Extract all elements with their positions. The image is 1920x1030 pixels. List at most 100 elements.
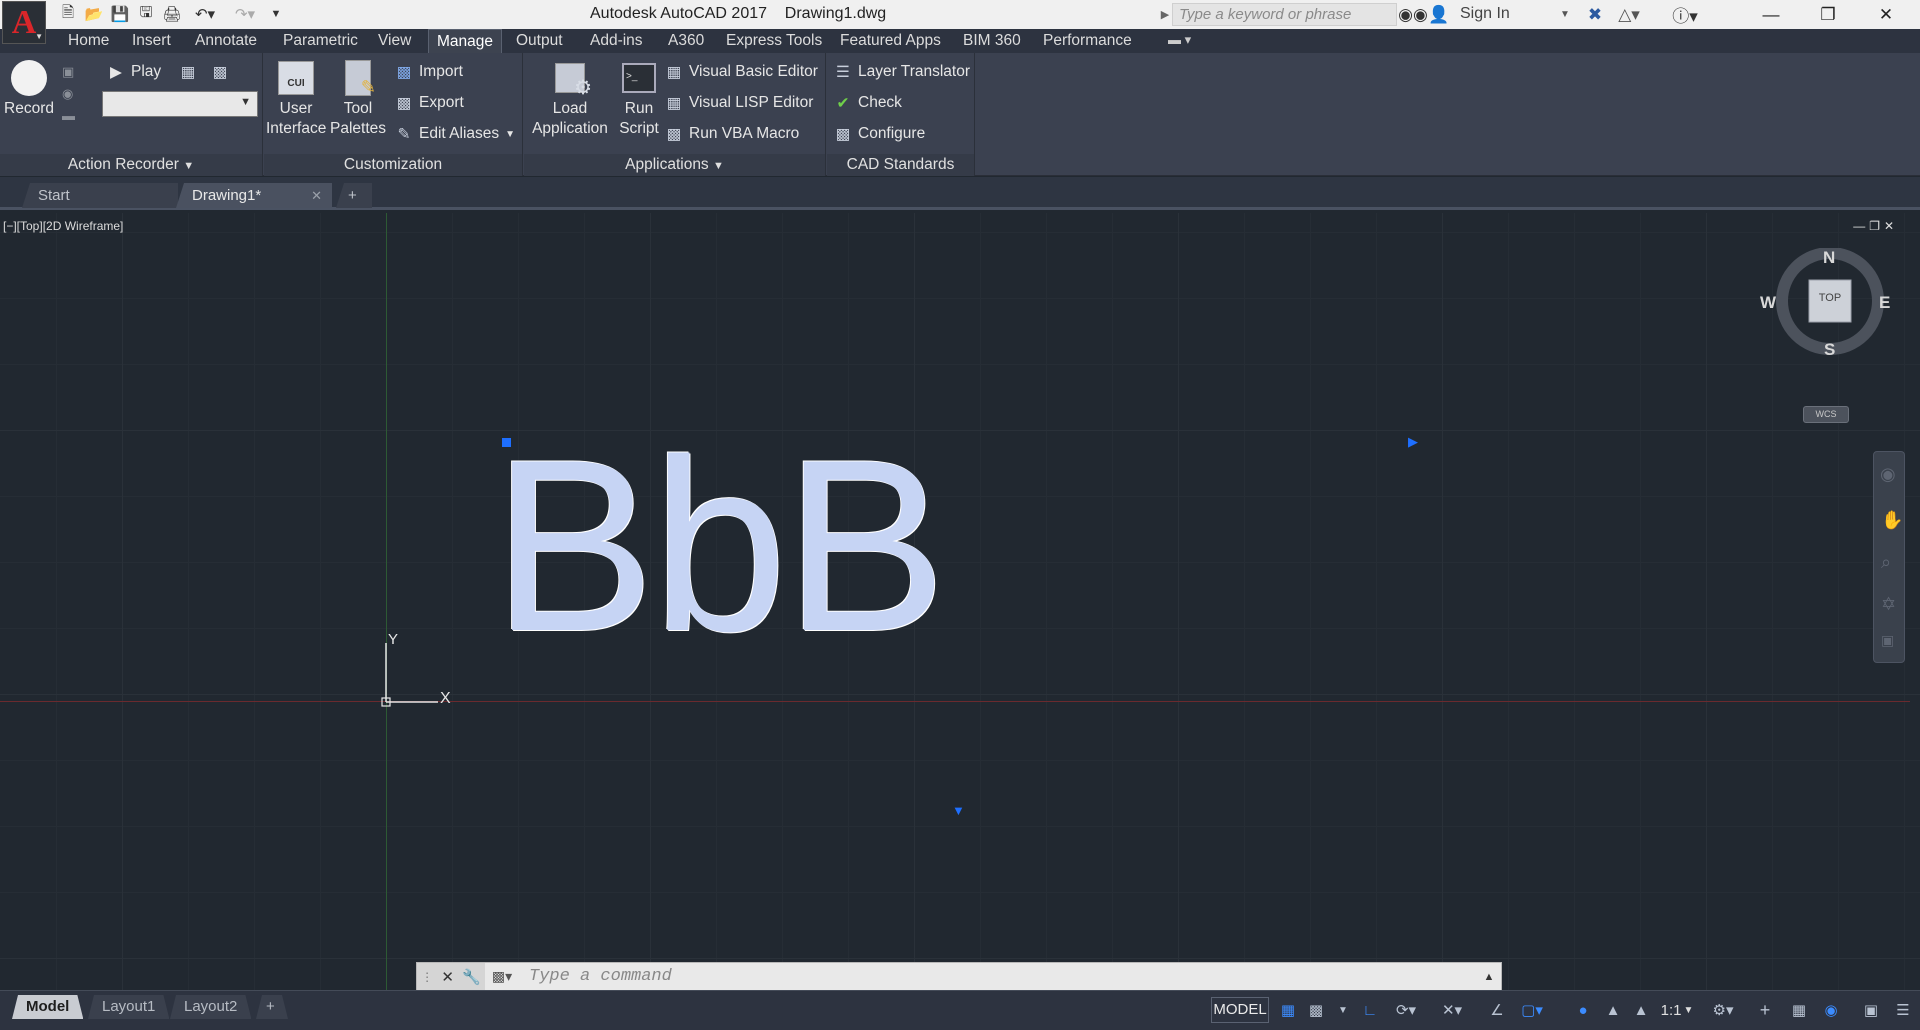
- exchange-apps-icon[interactable]: ✖: [1584, 4, 1606, 25]
- visual-lisp-editor-button[interactable]: ▦ Visual LISP Editor: [664, 92, 814, 114]
- print-icon[interactable]: 🖨: [162, 3, 182, 25]
- check-button[interactable]: ✔ Check: [833, 92, 902, 114]
- tab-manage[interactable]: Manage: [428, 29, 503, 53]
- sign-in-button[interactable]: Sign In: [1436, 5, 1510, 23]
- a360-icon[interactable]: △▾: [1614, 4, 1644, 25]
- text-grip-square[interactable]: [502, 438, 511, 447]
- tool-palettes-button[interactable]: ✎ Tool Palettes: [330, 59, 386, 139]
- close-command-line-icon[interactable]: ✕: [441, 968, 454, 986]
- search-expand-icon[interactable]: ▶: [1158, 3, 1172, 26]
- tab-annotate[interactable]: Annotate: [187, 29, 265, 53]
- wrench-icon[interactable]: 🔧: [462, 968, 481, 986]
- layout-tab-model[interactable]: Model: [12, 995, 83, 1019]
- wcs-menu-button[interactable]: WCS: [1803, 406, 1849, 423]
- model-space-toggle[interactable]: MODEL: [1211, 997, 1269, 1023]
- quick-properties-icon[interactable]: ◉: [1820, 999, 1842, 1021]
- tab-home[interactable]: Home: [60, 29, 117, 53]
- tab-view[interactable]: View: [370, 29, 419, 53]
- new-tab-button[interactable]: +: [336, 183, 372, 208]
- doc-tab-start[interactable]: Start: [22, 183, 178, 208]
- command-input[interactable]: Type a command: [519, 963, 1477, 990]
- ortho-mode-icon[interactable]: ∟: [1360, 999, 1380, 1021]
- snap-mode-icon[interactable]: ▩: [1306, 999, 1326, 1021]
- help-icon[interactable]: ⓘ▾: [1668, 4, 1702, 26]
- showmotion-icon[interactable]: ▣: [1881, 632, 1894, 649]
- undo-icon[interactable]: ↶▾: [190, 3, 220, 25]
- annotation-scale-value[interactable]: 1:1 ▼: [1660, 999, 1694, 1021]
- annotation-visibility-icon[interactable]: ●: [1572, 999, 1594, 1021]
- command-history-expand-icon[interactable]: ▲: [1477, 971, 1501, 983]
- run-vba-macro-button[interactable]: ▩ Run VBA Macro: [664, 123, 800, 145]
- text-grip-arrow-right-icon[interactable]: ▶: [1408, 434, 1418, 450]
- redo-icon[interactable]: ↷▾: [230, 3, 260, 25]
- isometric-drafting-icon[interactable]: ✕▾: [1436, 999, 1468, 1021]
- pan-hand-icon[interactable]: ✋: [1881, 510, 1903, 531]
- configure-button[interactable]: ▩ Configure: [833, 123, 926, 145]
- recent-commands-icon[interactable]: ▩▾: [485, 968, 519, 985]
- compass-west[interactable]: W: [1760, 293, 1776, 313]
- customization-menu-icon[interactable]: ☰: [1892, 999, 1914, 1021]
- application-menu-button[interactable]: A ▼: [2, 1, 46, 44]
- compass-east[interactable]: E: [1879, 293, 1890, 313]
- macro-request-input-icon[interactable]: ▩: [210, 61, 235, 83]
- clean-screen-icon[interactable]: ▣: [1860, 999, 1882, 1021]
- close-window-icon[interactable]: ✕: [1858, 0, 1914, 29]
- layout-tab-layout1[interactable]: Layout1: [88, 995, 169, 1019]
- panel-title-action-recorder[interactable]: Action Recorder ▼: [0, 154, 262, 176]
- drag-grip-icon[interactable]: ⋮: [421, 970, 433, 984]
- viewcube-face-top[interactable]: TOP: [1809, 292, 1851, 304]
- polar-tracking-icon[interactable]: ⟳▾: [1390, 999, 1422, 1021]
- text-grip-arrow-down-icon[interactable]: ▼: [952, 803, 965, 818]
- doc-tab-drawing1[interactable]: Drawing1* ✕: [176, 183, 332, 208]
- drawing-canvas[interactable]: [−][Top][2D Wireframe] —❐✕ Y X BbB ▶ ▼ N…: [0, 213, 1920, 990]
- export-button[interactable]: ▩ Export: [394, 92, 464, 114]
- tab-express-tools[interactable]: Express Tools: [718, 29, 830, 53]
- units-icon[interactable]: ▦: [1788, 999, 1810, 1021]
- annotation-scale-icon[interactable]: ▲: [1630, 999, 1652, 1021]
- object-snap-tracking-icon[interactable]: ∠: [1486, 999, 1508, 1021]
- macro-select-dropdown[interactable]: ▼: [102, 91, 258, 117]
- play-button[interactable]: ▶ Play: [106, 61, 161, 83]
- import-button[interactable]: ▩ Import: [394, 61, 463, 83]
- tab-add-ins[interactable]: Add-ins: [582, 29, 651, 53]
- run-script-button[interactable]: >_ Run Script: [614, 59, 664, 139]
- new-file-icon[interactable]: 🗎: [58, 3, 78, 25]
- macro-insert-message-icon[interactable]: ▦: [178, 61, 203, 83]
- layout-tab-layout2[interactable]: Layout2: [170, 995, 251, 1019]
- signin-dropdown-icon[interactable]: ▼: [1558, 4, 1572, 25]
- close-tab-icon[interactable]: ✕: [311, 183, 322, 208]
- open-file-icon[interactable]: 📂: [84, 3, 104, 25]
- text-object-bbb[interactable]: BbB: [492, 423, 947, 668]
- layer-translator-button[interactable]: ☰ Layer Translator: [833, 61, 970, 83]
- viewcube[interactable]: N S E W TOP: [1757, 248, 1897, 360]
- edit-aliases-button[interactable]: ✎ Edit Aliases ▼: [394, 123, 516, 145]
- save-icon[interactable]: 💾: [110, 3, 130, 25]
- auto-scale-icon[interactable]: ▲: [1602, 999, 1624, 1021]
- steering-wheel-icon[interactable]: ◉: [1880, 464, 1896, 485]
- workspace-switching-icon[interactable]: ⚙▾: [1706, 999, 1740, 1021]
- annotation-monitor-icon[interactable]: +: [1754, 999, 1776, 1021]
- add-layout-button[interactable]: +: [256, 995, 288, 1019]
- save-as-icon[interactable]: 🖫: [136, 3, 156, 25]
- restore-icon[interactable]: ❐: [1800, 0, 1856, 29]
- tab-performance[interactable]: Performance: [1035, 29, 1140, 53]
- tab-output[interactable]: Output: [508, 29, 571, 53]
- viewport-controls-label[interactable]: [−][Top][2D Wireframe]: [3, 219, 123, 233]
- compass-south[interactable]: S: [1824, 340, 1835, 360]
- object-snap-icon[interactable]: ▢▾: [1516, 999, 1548, 1021]
- search-input[interactable]: Type a keyword or phrase: [1172, 3, 1397, 26]
- tab-a360[interactable]: A360: [660, 29, 712, 53]
- tab-bim-360[interactable]: BIM 360: [955, 29, 1029, 53]
- user-interface-button[interactable]: CUI User Interface: [266, 59, 326, 139]
- orbit-icon[interactable]: ✡: [1881, 594, 1896, 615]
- ribbon-display-toggle-icon[interactable]: ▬ ▾: [1168, 32, 1191, 48]
- snap-dropdown-icon[interactable]: ▼: [1336, 999, 1350, 1021]
- panel-title-applications[interactable]: Applications ▼: [524, 154, 825, 176]
- customize-quick-access-icon[interactable]: ▼: [268, 3, 284, 25]
- compass-north[interactable]: N: [1823, 248, 1835, 268]
- load-application-button[interactable]: ⚙ Load Application: [528, 59, 612, 139]
- tab-insert[interactable]: Insert: [124, 29, 179, 53]
- visual-basic-editor-button[interactable]: ▦ Visual Basic Editor: [664, 61, 818, 83]
- record-button[interactable]: Record: [4, 59, 54, 119]
- minimize-icon[interactable]: —: [1743, 0, 1799, 29]
